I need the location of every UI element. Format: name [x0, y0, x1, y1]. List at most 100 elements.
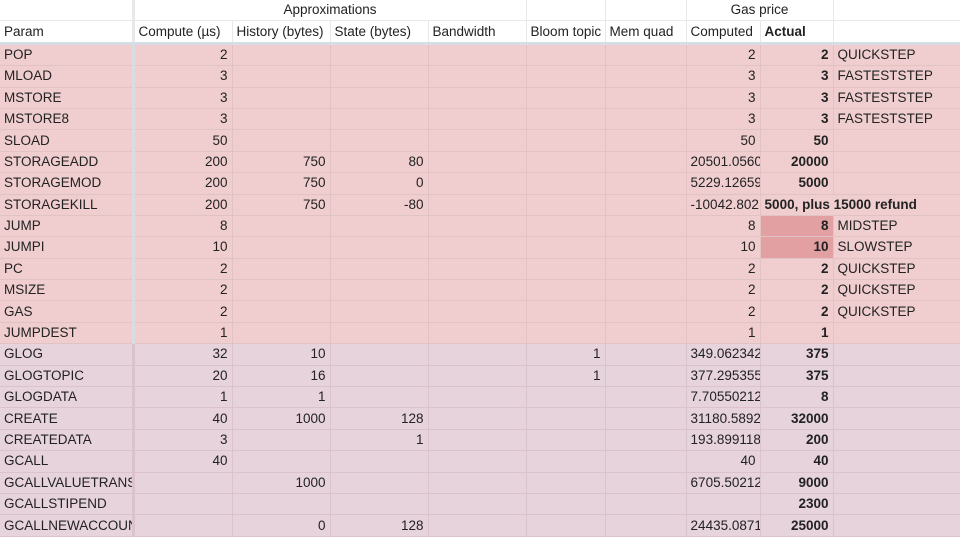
actual-cell[interactable]: 375 — [760, 365, 834, 388]
mem-quad-cell[interactable] — [605, 236, 687, 259]
header-cell[interactable] — [833, 0, 960, 22]
param-cell[interactable]: STORAGEADD — [0, 151, 135, 174]
bloom-topic-cell[interactable] — [526, 279, 606, 302]
note-cell[interactable] — [833, 343, 960, 366]
mem-quad-cell[interactable] — [605, 108, 687, 131]
bandwidth-cell[interactable] — [428, 386, 527, 409]
bandwidth-cell[interactable] — [428, 87, 527, 109]
note-cell[interactable] — [833, 322, 960, 345]
bloom-topic-cell[interactable] — [526, 300, 606, 323]
actual-cell[interactable]: 2 — [760, 279, 834, 302]
param-cell[interactable]: CREATE — [0, 407, 135, 430]
state-cell[interactable] — [330, 43, 429, 67]
history-cell[interactable] — [232, 322, 331, 345]
bandwidth-cell[interactable] — [428, 429, 527, 452]
mem-quad-cell[interactable] — [605, 87, 687, 109]
param-cell[interactable]: JUMP — [0, 215, 135, 238]
bandwidth-cell[interactable] — [428, 129, 527, 152]
note-cell[interactable] — [833, 407, 960, 430]
history-cell[interactable]: 750 — [232, 151, 331, 174]
actual-cell[interactable]: 10 — [760, 236, 834, 259]
computed-cell[interactable]: 2 — [686, 279, 761, 302]
bandwidth-cell[interactable] — [428, 450, 527, 473]
history-cell[interactable]: 750 — [232, 194, 331, 216]
state-cell[interactable] — [330, 386, 429, 409]
bloom-topic-cell[interactable] — [526, 108, 606, 131]
note-cell[interactable] — [833, 493, 960, 516]
compute-cell[interactable]: 2 — [133, 43, 233, 67]
state-cell[interactable] — [330, 258, 429, 281]
history-cell[interactable]: 0 — [232, 514, 331, 537]
mem-quad-cell[interactable] — [605, 493, 687, 516]
compute-cell[interactable] — [133, 472, 233, 494]
state-cell[interactable] — [330, 343, 429, 366]
param-cell[interactable]: JUMPI — [0, 236, 135, 259]
history-cell[interactable] — [232, 215, 331, 238]
bloom-topic-cell[interactable] — [526, 407, 606, 430]
history-cell[interactable] — [232, 236, 331, 259]
bloom-topic-cell[interactable]: 1 — [526, 365, 606, 388]
bloom-topic-cell[interactable]: 1 — [526, 343, 606, 366]
bloom-topic-cell[interactable] — [526, 87, 606, 109]
mem-quad-cell[interactable] — [605, 429, 687, 452]
compute-cell[interactable]: 1 — [133, 322, 233, 345]
compute-cell[interactable]: 2 — [133, 300, 233, 323]
note-cell[interactable]: FASTESTSTEP — [833, 87, 960, 109]
actual-cell[interactable]: 50 — [760, 129, 834, 152]
note-cell[interactable] — [833, 429, 960, 452]
state-cell[interactable] — [330, 493, 429, 516]
bandwidth-cell[interactable] — [428, 300, 527, 323]
computed-cell[interactable]: 2 — [686, 258, 761, 281]
compute-cell[interactable]: 2 — [133, 279, 233, 302]
computed-cell[interactable]: 6705.50212 — [686, 472, 761, 494]
computed-cell[interactable]: 1 — [686, 322, 761, 345]
bandwidth-cell[interactable] — [428, 343, 527, 366]
note-cell[interactable] — [833, 514, 960, 537]
actual-cell[interactable]: 25000 — [760, 514, 834, 537]
param-cell[interactable]: JUMPDEST — [0, 322, 135, 345]
mem-quad-cell[interactable] — [605, 65, 687, 88]
bandwidth-cell[interactable] — [428, 151, 527, 174]
state-cell[interactable]: -80 — [330, 194, 429, 216]
history-cell[interactable] — [232, 43, 331, 67]
history-cell[interactable]: 1 — [232, 386, 331, 409]
history-cell[interactable]: 750 — [232, 172, 331, 195]
param-cell[interactable]: MLOAD — [0, 65, 135, 88]
computed-cell[interactable]: 2 — [686, 300, 761, 323]
mem-quad-cell[interactable] — [605, 365, 687, 388]
note-cell[interactable]: SLOWSTEP — [833, 236, 960, 259]
history-cell[interactable] — [232, 108, 331, 131]
column-header-notes[interactable] — [833, 20, 960, 45]
bloom-topic-cell[interactable] — [526, 129, 606, 152]
bandwidth-cell[interactable] — [428, 108, 527, 131]
compute-cell[interactable]: 40 — [133, 407, 233, 430]
actual-cell[interactable]: 2 — [760, 43, 834, 67]
column-header-computed[interactable]: Computed — [686, 20, 761, 45]
state-cell[interactable]: 80 — [330, 151, 429, 174]
note-cell[interactable]: QUICKSTEP — [833, 279, 960, 302]
computed-cell[interactable]: 3 — [686, 87, 761, 109]
actual-cell[interactable]: 2300 — [760, 493, 834, 516]
mem-quad-cell[interactable] — [605, 172, 687, 195]
computed-cell[interactable]: 20501.0560 — [686, 151, 761, 174]
state-cell[interactable] — [330, 108, 429, 131]
param-cell[interactable]: GLOG — [0, 343, 135, 366]
bandwidth-cell[interactable] — [428, 65, 527, 88]
column-header-history[interactable]: History (bytes) — [232, 20, 331, 45]
actual-cell[interactable]: 3 — [760, 87, 834, 109]
mem-quad-cell[interactable] — [605, 279, 687, 302]
compute-cell[interactable] — [133, 514, 233, 537]
bloom-topic-cell[interactable] — [526, 215, 606, 238]
bandwidth-cell[interactable] — [428, 215, 527, 238]
bandwidth-cell[interactable] — [428, 472, 527, 494]
state-cell[interactable] — [330, 300, 429, 323]
bloom-topic-cell[interactable] — [526, 172, 606, 195]
state-cell[interactable] — [330, 215, 429, 238]
history-cell[interactable] — [232, 493, 331, 516]
mem-quad-cell[interactable] — [605, 194, 687, 216]
history-cell[interactable] — [232, 429, 331, 452]
bandwidth-cell[interactable] — [428, 172, 527, 195]
computed-cell[interactable] — [686, 493, 761, 516]
actual-cell[interactable]: 3 — [760, 65, 834, 88]
param-cell[interactable]: GLOGTOPIC — [0, 365, 135, 388]
